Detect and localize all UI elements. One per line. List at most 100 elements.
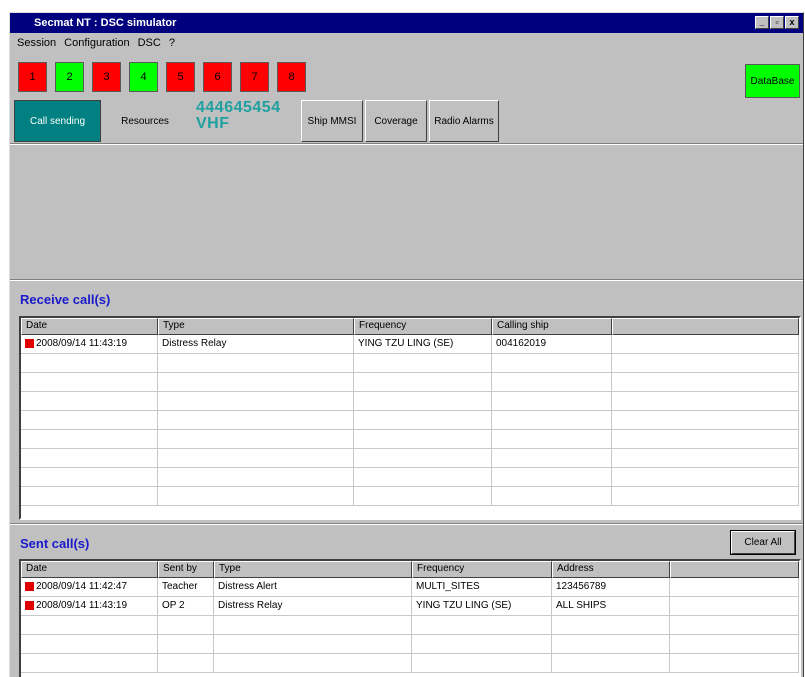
table-row[interactable]: 2008/09/14 11:43:19 Distress Relay YING TZ… xyxy=(21,335,799,354)
received-table-header: Date Type Frequency Calling ship xyxy=(21,318,799,335)
table-cell-calling-ship xyxy=(492,430,612,449)
divider xyxy=(10,279,803,281)
table-cell-sent-by xyxy=(158,654,214,673)
table-cell-calling-ship: 004162019 xyxy=(492,335,612,354)
table-cell-extra xyxy=(670,597,799,616)
table-cell-calling-ship xyxy=(492,373,612,392)
table-cell-type xyxy=(214,616,412,635)
table-cell-extra xyxy=(612,392,799,411)
channel-3-indicator[interactable]: 3 xyxy=(92,62,121,92)
cell-text: 2008/09/14 11:42:47 xyxy=(36,581,128,592)
table-cell-date xyxy=(21,373,158,392)
tab-call-sending[interactable]: Call sending xyxy=(14,100,101,142)
table-cell-sent-by xyxy=(158,616,214,635)
window-controls: _ ▫ x xyxy=(755,16,799,29)
channel-8-indicator[interactable]: 8 xyxy=(277,62,306,92)
column-header-type[interactable]: Type xyxy=(158,318,354,335)
table-cell-frequency xyxy=(354,392,492,411)
column-header-blank xyxy=(612,318,799,335)
cell-text: Teacher xyxy=(162,581,198,592)
column-header-date[interactable]: Date xyxy=(21,561,158,578)
table-cell-frequency xyxy=(354,468,492,487)
table-cell-type: Distress Relay xyxy=(214,597,412,616)
column-header-date[interactable]: Date xyxy=(21,318,158,335)
channel-6-indicator[interactable]: 6 xyxy=(203,62,232,92)
table-cell-extra xyxy=(612,354,799,373)
table-cell-calling-ship xyxy=(492,354,612,373)
table-cell-sent-by: OP 2 xyxy=(158,597,214,616)
table-cell-type: Distress Alert xyxy=(214,578,412,597)
table-cell-address: ALL SHIPS xyxy=(552,597,670,616)
menu-dsc[interactable]: DSC xyxy=(135,34,166,52)
cell-text: ALL SHIPS xyxy=(556,600,607,611)
close-icon[interactable]: x xyxy=(785,16,799,29)
menu-session[interactable]: Session xyxy=(14,34,61,52)
channel-5-indicator[interactable]: 5 xyxy=(166,62,195,92)
table-cell-address xyxy=(552,635,670,654)
channel-1-indicator[interactable]: 1 xyxy=(18,62,47,92)
table-cell-type xyxy=(158,487,354,506)
column-header-calling-ship[interactable]: Calling ship xyxy=(492,318,612,335)
table-cell-frequency: YING TZU LING (SE) xyxy=(412,597,552,616)
table-row xyxy=(21,468,799,487)
cell-text: YING TZU LING (SE) xyxy=(416,600,512,611)
column-header-type[interactable]: Type xyxy=(214,561,412,578)
alert-flag-icon xyxy=(25,601,34,610)
table-cell-type xyxy=(158,354,354,373)
table-cell-type xyxy=(158,373,354,392)
table-cell-calling-ship xyxy=(492,449,612,468)
mmsi-display: 444645454 VHF xyxy=(196,100,281,132)
column-header-sent-by[interactable]: Sent by xyxy=(158,561,214,578)
column-header-frequency[interactable]: Frequency xyxy=(354,318,492,335)
table-cell-calling-ship xyxy=(492,411,612,430)
received-calls-title: Receive call(s) xyxy=(20,292,111,307)
maximize-icon[interactable]: ▫ xyxy=(770,16,784,29)
clear-all-button[interactable]: Clear All xyxy=(731,531,795,554)
table-cell-frequency: YING TZU LING (SE) xyxy=(354,335,492,354)
menu-configuration[interactable]: Configuration xyxy=(61,34,134,52)
table-cell-date xyxy=(21,430,158,449)
tab-radio-alarms[interactable]: Radio Alarms xyxy=(429,100,499,142)
band-label: VHF xyxy=(196,115,230,132)
tab-coverage[interactable]: Coverage xyxy=(365,100,427,142)
table-cell-extra xyxy=(670,654,799,673)
channel-7-indicator[interactable]: 7 xyxy=(240,62,269,92)
channel-4-indicator[interactable]: 4 xyxy=(129,62,158,92)
table-cell-extra xyxy=(612,468,799,487)
mmsi-number: 444645454 xyxy=(196,99,281,116)
table-cell-date xyxy=(21,354,158,373)
table-cell-type xyxy=(158,449,354,468)
column-header-address[interactable]: Address xyxy=(552,561,670,578)
table-row xyxy=(21,354,799,373)
minimize-icon[interactable]: _ xyxy=(755,16,769,29)
cell-text: Distress Alert xyxy=(218,581,277,592)
table-cell-type xyxy=(214,654,412,673)
table-cell-frequency xyxy=(354,430,492,449)
column-header-frequency[interactable]: Frequency xyxy=(412,561,552,578)
table-cell-extra xyxy=(612,487,799,506)
table-row[interactable]: 2008/09/14 11:42:47 Teacher Distress Alert… xyxy=(21,578,799,597)
cell-text: Distress Relay xyxy=(162,338,227,349)
table-cell-extra xyxy=(612,411,799,430)
table-cell-date xyxy=(21,654,158,673)
table-row xyxy=(21,392,799,411)
cell-text: 2008/09/14 11:43:19 xyxy=(36,338,128,349)
tab-resources[interactable]: Resources xyxy=(110,100,180,142)
table-cell-date xyxy=(21,411,158,430)
menu-help[interactable]: ? xyxy=(166,34,180,52)
column-header-blank xyxy=(670,561,799,578)
channel-status-bar: 1 2 3 4 5 6 7 8 DataBase xyxy=(10,53,803,99)
cell-text: Distress Relay xyxy=(218,600,283,611)
divider xyxy=(10,523,803,525)
cell-text: 004162019 xyxy=(496,338,547,349)
table-cell-extra xyxy=(670,616,799,635)
table-row xyxy=(21,373,799,392)
database-button[interactable]: DataBase xyxy=(745,64,800,98)
table-row[interactable]: 2008/09/14 11:43:19 OP 2 Distress Relay YIN… xyxy=(21,597,799,616)
table-cell-date xyxy=(21,487,158,506)
table-cell-frequency xyxy=(412,654,552,673)
table-cell-date: 2008/09/14 11:43:19 xyxy=(21,335,158,354)
channel-2-indicator[interactable]: 2 xyxy=(55,62,84,92)
tab-ship-mmsi[interactable]: Ship MMSI xyxy=(301,100,363,142)
table-row xyxy=(21,411,799,430)
